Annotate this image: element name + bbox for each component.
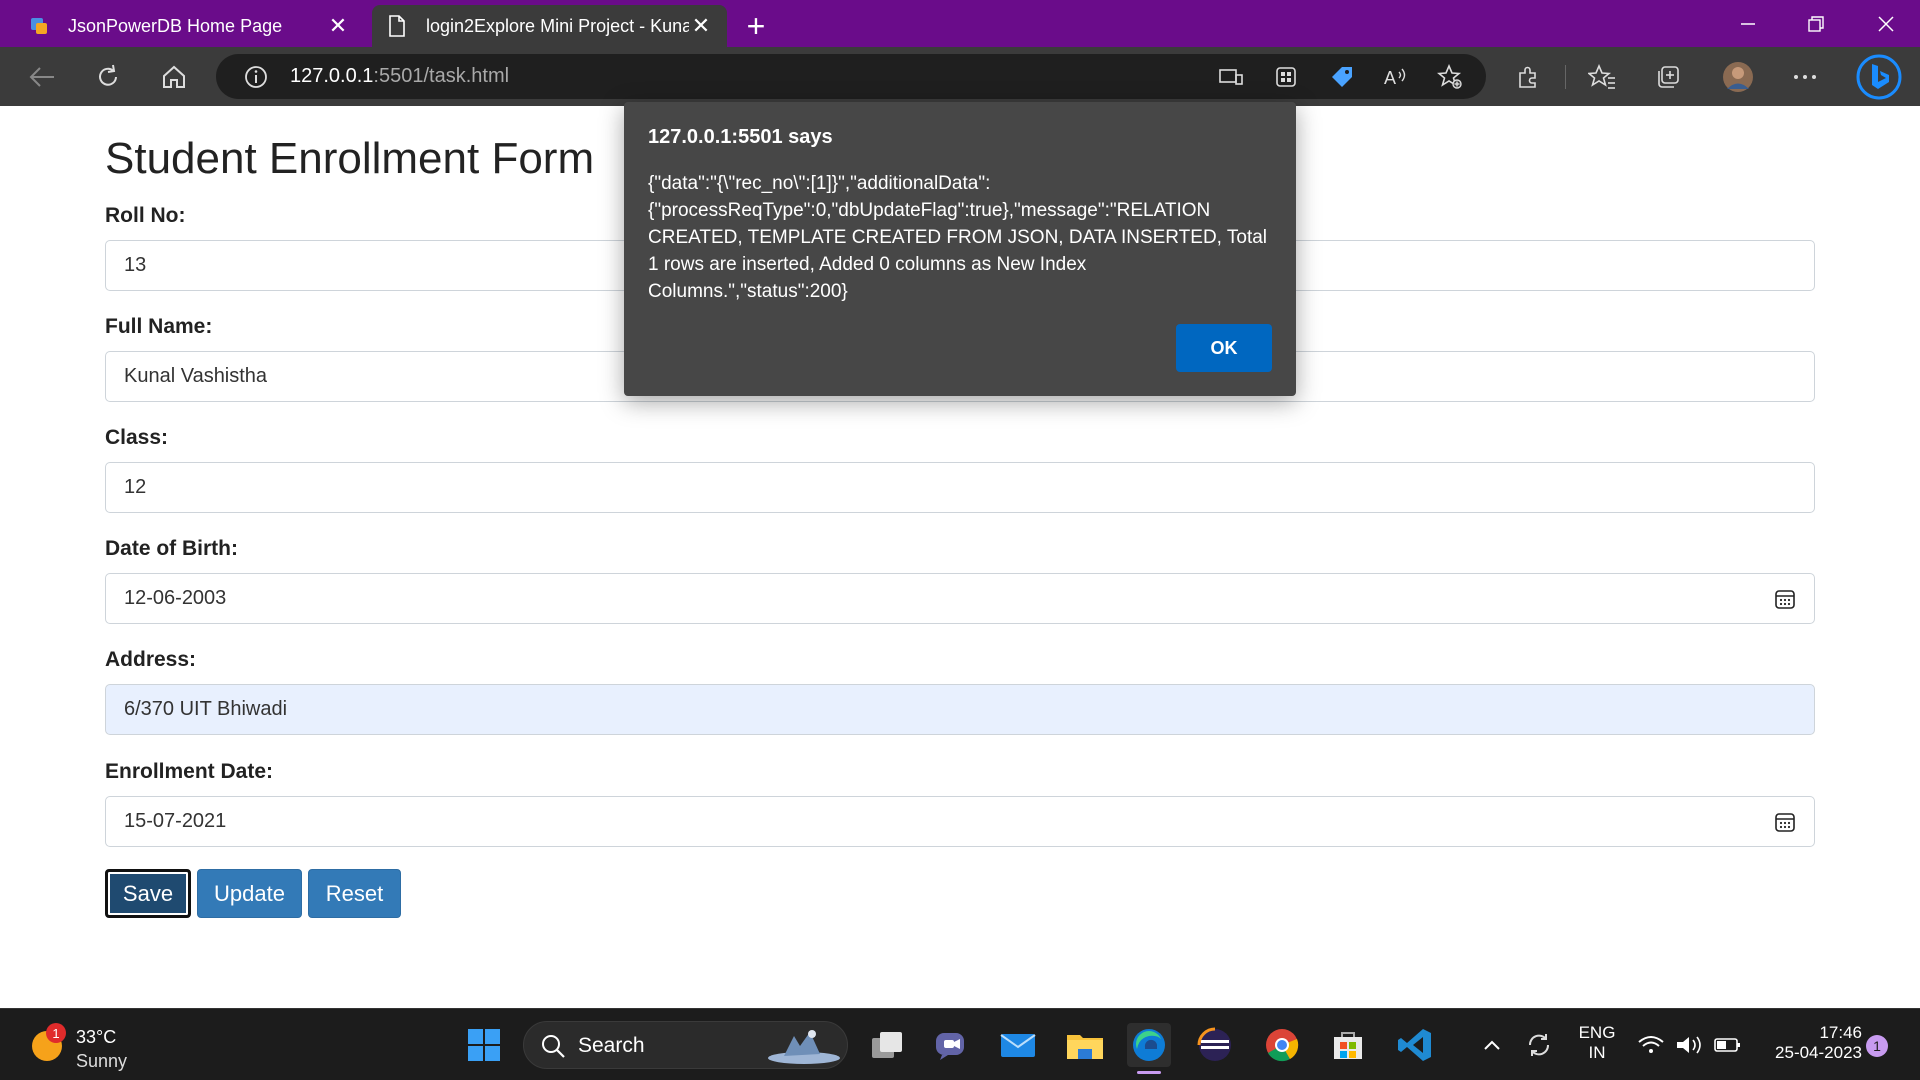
- microsoft-store-icon[interactable]: [1326, 1023, 1370, 1067]
- more-options-icon[interactable]: [1785, 57, 1825, 97]
- ok-button[interactable]: OK: [1176, 324, 1272, 372]
- class-input[interactable]: 12: [105, 462, 1815, 513]
- full-name-label: Full Name:: [105, 315, 213, 338]
- edge-icon[interactable]: [1127, 1023, 1171, 1067]
- add-favorite-icon[interactable]: [1430, 57, 1470, 97]
- class-value: 12: [124, 476, 147, 498]
- roll-no-label: Roll No:: [105, 204, 186, 227]
- language-indicator[interactable]: ENG IN: [1572, 1023, 1622, 1063]
- weather-temp: 33°C: [76, 1027, 117, 1047]
- tab-label: login2Explore Mini Project - Kuna: [426, 15, 689, 36]
- weather-condition: Sunny: [76, 1051, 128, 1071]
- mail-icon[interactable]: [996, 1023, 1040, 1067]
- app-available-icon[interactable]: [1211, 57, 1251, 97]
- vscode-icon[interactable]: [1393, 1023, 1437, 1067]
- read-aloud-icon[interactable]: A: [1376, 57, 1416, 97]
- address-value: 6/370 UIT Bhiwadi: [124, 698, 288, 720]
- extensions-icon[interactable]: [1508, 57, 1548, 97]
- page-title: Student Enrollment Form: [105, 134, 595, 183]
- weather-badge: 1: [46, 1023, 66, 1043]
- home-icon[interactable]: [154, 57, 194, 97]
- browser-titlebar: JsonPowerDB Home Page ✕ login2Explore Mi…: [0, 0, 1920, 47]
- reset-button[interactable]: Reset: [308, 869, 401, 918]
- dob-value: 12-06-2003: [124, 587, 227, 609]
- search-icon: [540, 1033, 566, 1064]
- alert-dialog: 127.0.0.1:5501 says {"data":"{\"rec_no\"…: [624, 102, 1296, 396]
- close-window-button[interactable]: [1852, 0, 1920, 47]
- url-text[interactable]: 127.0.0.1:5501/task.html: [290, 65, 509, 88]
- site-info-icon[interactable]: [236, 57, 276, 97]
- calendar-icon[interactable]: [1774, 811, 1796, 833]
- browser-toolbar: 127.0.0.1:5501/task.html A: [0, 47, 1920, 106]
- back-arrow-icon[interactable]: [22, 57, 62, 97]
- search-highlight-icon: [764, 1024, 844, 1073]
- url-host: 127.0.0.1: [290, 65, 374, 87]
- full-name-value: Kunal Vashistha: [124, 365, 268, 387]
- bing-chat-icon[interactable]: [1856, 54, 1902, 100]
- start-button[interactable]: [462, 1023, 506, 1067]
- favorites-icon[interactable]: [1582, 57, 1622, 97]
- active-app-indicator: [1137, 1071, 1161, 1074]
- restore-button[interactable]: [1782, 0, 1850, 47]
- jsonpowerdb-favicon-icon: [28, 15, 50, 37]
- address-label: Address:: [105, 648, 197, 671]
- save-button[interactable]: Save: [105, 869, 191, 918]
- tab-close-icon[interactable]: ✕: [326, 13, 350, 38]
- dialog-title: 127.0.0.1:5501 says: [648, 126, 833, 148]
- address-bar[interactable]: 127.0.0.1:5501/task.html A: [216, 54, 1486, 99]
- enrollment-date-input[interactable]: 15-07-2021: [105, 796, 1815, 847]
- minimize-button[interactable]: [1714, 0, 1782, 47]
- region-code: IN: [1588, 1043, 1606, 1062]
- roll-no-value: 13: [124, 254, 147, 276]
- eclipse-icon[interactable]: [1193, 1023, 1237, 1067]
- clock-time: 17:46: [1819, 1023, 1862, 1042]
- tab-label: JsonPowerDB Home Page: [68, 15, 283, 36]
- collections-grid-icon[interactable]: [1266, 57, 1306, 97]
- new-tab-button[interactable]: +: [738, 8, 774, 44]
- collections-icon[interactable]: [1648, 57, 1688, 97]
- toolbar-divider: [1565, 65, 1566, 89]
- clock-date: 25-04-2023: [1775, 1043, 1862, 1062]
- search-label: Search: [578, 1034, 645, 1057]
- refresh-icon[interactable]: [88, 57, 128, 97]
- system-tray-status[interactable]: [1630, 1023, 1750, 1067]
- chrome-icon[interactable]: [1260, 1023, 1304, 1067]
- sync-icon[interactable]: [1517, 1023, 1561, 1067]
- tab-close-icon[interactable]: ✕: [689, 13, 713, 38]
- address-input[interactable]: 6/370 UIT Bhiwadi: [105, 684, 1815, 735]
- file-explorer-icon[interactable]: [1063, 1023, 1107, 1067]
- url-path: :5501/task.html: [373, 65, 510, 87]
- class-label: Class:: [105, 426, 169, 449]
- profile-avatar[interactable]: [1718, 57, 1758, 97]
- taskbar-search[interactable]: Search: [523, 1021, 848, 1069]
- weather-widget[interactable]: 1 33°C Sunny: [28, 1017, 148, 1073]
- page-favicon-icon: [386, 15, 408, 37]
- windows-taskbar: 1 33°C Sunny Search ENG IN 17:46 25-04-2…: [0, 1008, 1920, 1080]
- dob-date-input[interactable]: 12-06-2003: [105, 573, 1815, 624]
- calendar-icon[interactable]: [1774, 588, 1796, 610]
- dialog-message: {"data":"{\"rec_no\":[1]}","additionalDa…: [648, 173, 1268, 302]
- notification-badge[interactable]: 1: [1866, 1035, 1888, 1057]
- clock[interactable]: 17:46 25-04-2023: [1752, 1023, 1862, 1063]
- language-code: ENG: [1578, 1023, 1616, 1042]
- teams-chat-icon[interactable]: [930, 1023, 974, 1067]
- tab-login2explore[interactable]: login2Explore Mini Project - Kuna ✕: [372, 5, 727, 47]
- update-button[interactable]: Update: [197, 869, 302, 918]
- chevron-up-icon[interactable]: [1470, 1023, 1514, 1067]
- enrollment-date-label: Enrollment Date:: [105, 760, 274, 783]
- tab-jsonpowerdb[interactable]: JsonPowerDB Home Page ✕: [14, 5, 364, 47]
- dob-label: Date of Birth:: [105, 537, 238, 560]
- enrollment-date-value: 15-07-2021: [124, 810, 227, 832]
- shopping-tag-icon[interactable]: [1322, 57, 1362, 97]
- task-view-icon[interactable]: [865, 1023, 909, 1067]
- svg-text:A: A: [1384, 68, 1396, 88]
